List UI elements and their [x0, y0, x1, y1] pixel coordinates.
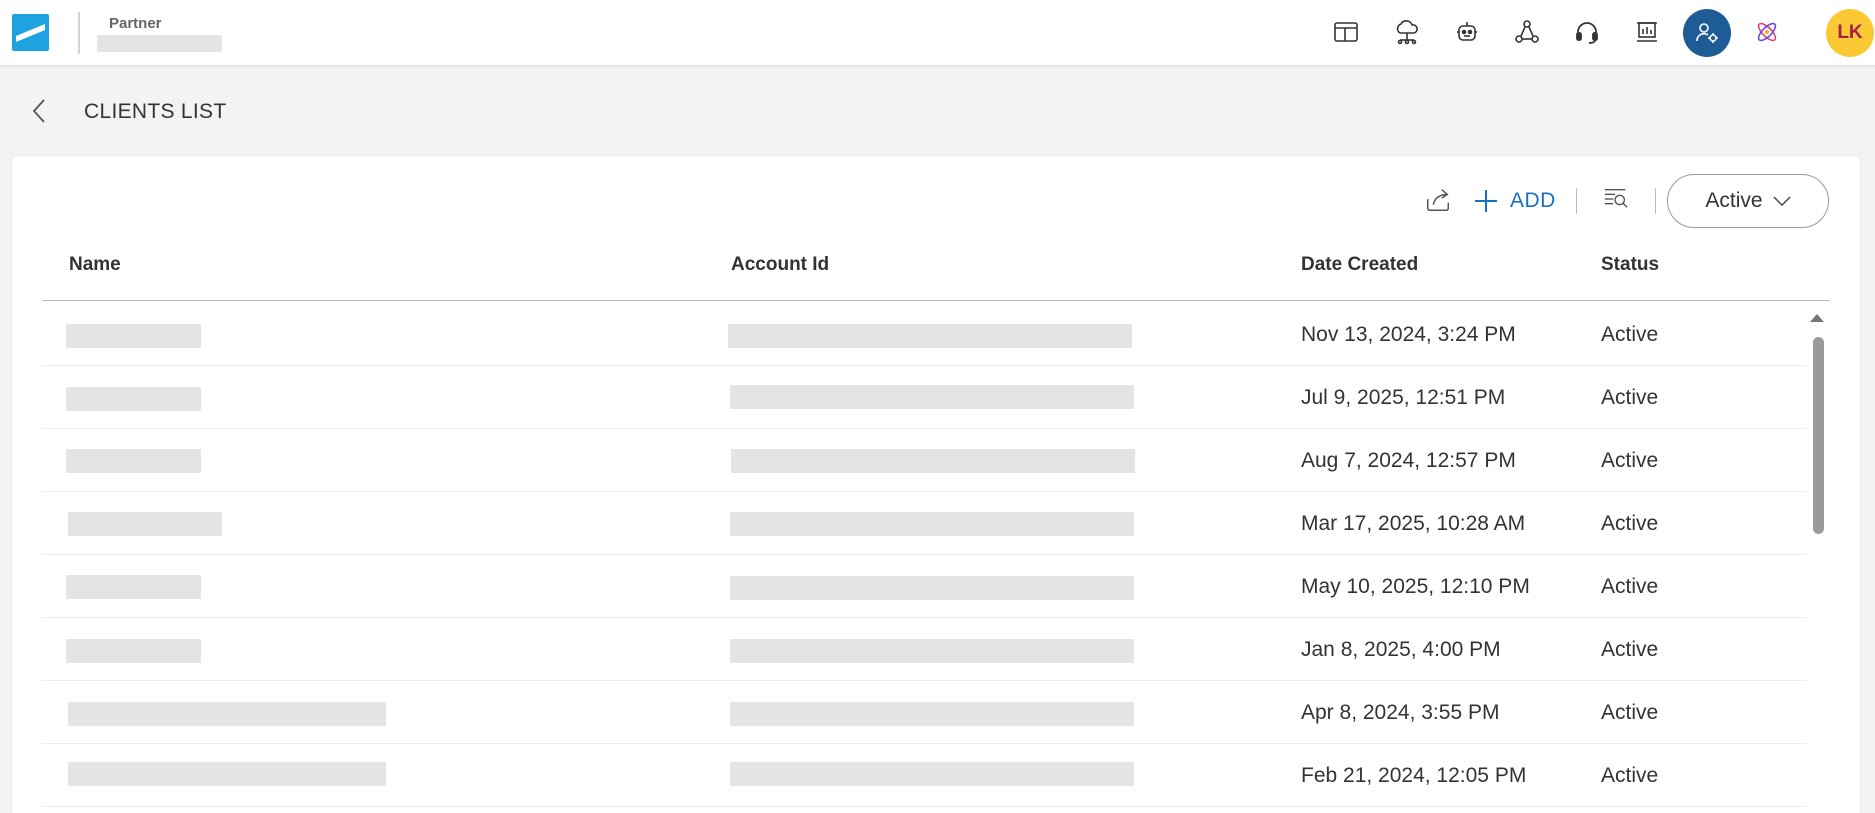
- table-row[interactable]: Nov 13, 2024, 3:24 PM Active: [42, 303, 1806, 366]
- scroll-up-arrow[interactable]: [1810, 314, 1824, 322]
- client-name-redacted[interactable]: [66, 324, 201, 348]
- account-id-redacted: [731, 449, 1135, 473]
- account-id-redacted: [730, 702, 1134, 726]
- header-divider: [78, 12, 80, 54]
- status-text: Active: [1601, 323, 1659, 346]
- account-id-redacted: [730, 639, 1134, 663]
- status-filter-value: Active: [1705, 189, 1763, 212]
- column-header-account-id[interactable]: Account Id: [731, 254, 829, 276]
- status-filter-dropdown[interactable]: Active: [1667, 174, 1829, 228]
- toolbar-divider: [1576, 188, 1577, 214]
- status-text: Active: [1601, 386, 1659, 409]
- column-header-status[interactable]: Status: [1601, 254, 1659, 276]
- atom-icon[interactable]: [1750, 15, 1784, 49]
- reports-board-icon[interactable]: [1630, 15, 1664, 49]
- date-created: Aug 7, 2024, 12:57 PM: [1301, 449, 1516, 472]
- search-filter-icon[interactable]: [1600, 183, 1632, 215]
- client-name-redacted[interactable]: [66, 575, 201, 599]
- date-created: Jul 9, 2025, 12:51 PM: [1301, 386, 1506, 409]
- add-client-button[interactable]: ADD: [1474, 186, 1556, 216]
- date-created: Nov 13, 2024, 3:24 PM: [1301, 323, 1516, 346]
- date-created: May 10, 2025, 12:10 PM: [1301, 575, 1530, 598]
- client-name-redacted[interactable]: [66, 387, 201, 411]
- client-name-redacted[interactable]: [66, 449, 201, 473]
- toolbar-divider: [1655, 188, 1656, 214]
- account-id-redacted: [730, 576, 1134, 600]
- table-row[interactable]: Apr 8, 2024, 3:55 PM Active: [42, 681, 1806, 744]
- account-id-redacted: [730, 512, 1134, 536]
- company-logo[interactable]: [12, 14, 49, 51]
- scrollbar-thumb[interactable]: [1813, 337, 1824, 534]
- client-name-redacted[interactable]: [68, 762, 386, 786]
- column-header-name[interactable]: Name: [69, 254, 121, 276]
- table-row[interactable]: Jan 8, 2025, 4:00 PM Active: [42, 618, 1806, 681]
- add-label: ADD: [1510, 189, 1556, 212]
- table-row[interactable]: May 10, 2025, 12:10 PM Active: [42, 555, 1806, 618]
- network-nodes-icon[interactable]: [1510, 15, 1544, 49]
- back-button[interactable]: [28, 96, 50, 126]
- account-id-redacted: [730, 385, 1134, 409]
- account-id-redacted: [730, 762, 1134, 786]
- date-created: Jan 8, 2025, 4:00 PM: [1301, 638, 1501, 661]
- status-text: Active: [1601, 638, 1659, 661]
- client-name-redacted[interactable]: [66, 639, 201, 663]
- client-name-redacted[interactable]: [68, 702, 386, 726]
- date-created: Mar 17, 2025, 10:28 AM: [1301, 512, 1526, 535]
- table-row[interactable]: Feb 21, 2024, 12:05 PM Active: [42, 744, 1806, 807]
- dashboard-icon[interactable]: [1329, 15, 1363, 49]
- admin-settings-icon[interactable]: [1683, 9, 1731, 57]
- client-name-redacted[interactable]: [68, 512, 222, 536]
- table-row[interactable]: Aug 7, 2024, 12:57 PM Active: [42, 429, 1806, 492]
- table-header-divider: [42, 300, 1830, 301]
- headset-support-icon[interactable]: [1570, 15, 1604, 49]
- bot-icon[interactable]: [1450, 15, 1484, 49]
- status-text: Active: [1601, 575, 1659, 598]
- export-icon[interactable]: [1422, 184, 1454, 216]
- page-title: CLIENTS LIST: [84, 100, 227, 123]
- column-header-date-created[interactable]: Date Created: [1301, 254, 1418, 276]
- table-row[interactable]: Jul 9, 2025, 12:51 PM Active: [42, 366, 1806, 429]
- portal-label: Partner: [109, 15, 162, 32]
- user-avatar[interactable]: LK: [1826, 9, 1874, 57]
- cloud-network-icon[interactable]: [1390, 15, 1424, 49]
- date-created: Apr 8, 2024, 3:55 PM: [1301, 701, 1500, 724]
- chevron-down-icon: [1772, 195, 1791, 206]
- chevron-left-icon: [32, 99, 45, 123]
- top-navigation-bar: Partner LK: [0, 0, 1875, 66]
- account-id-redacted: [728, 324, 1132, 348]
- status-text: Active: [1601, 449, 1659, 472]
- status-text: Active: [1601, 512, 1659, 535]
- table-row[interactable]: Mar 17, 2025, 10:28 AM Active: [42, 492, 1806, 555]
- date-created: Feb 21, 2024, 12:05 PM: [1301, 764, 1527, 787]
- plus-icon: [1475, 190, 1497, 212]
- partner-name-redacted: [97, 35, 222, 52]
- status-text: Active: [1601, 701, 1659, 724]
- status-text: Active: [1601, 764, 1659, 787]
